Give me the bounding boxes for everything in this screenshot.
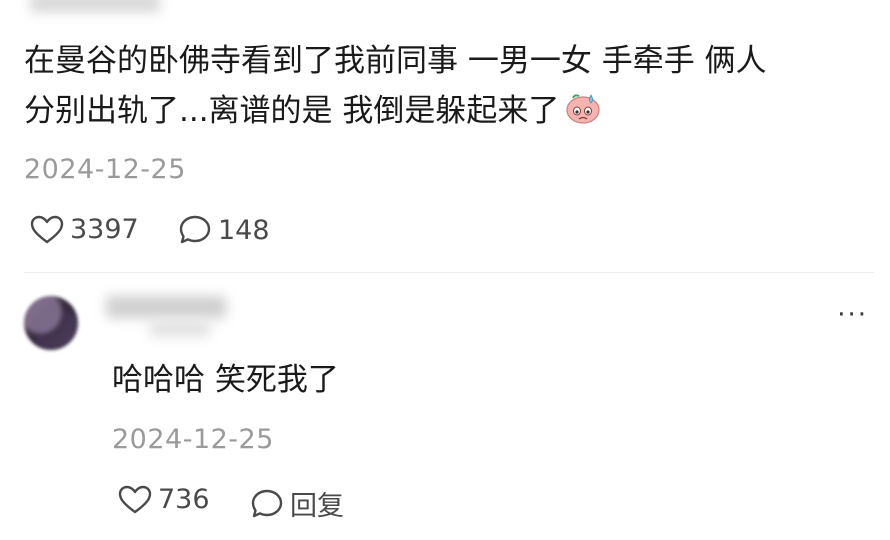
- reply-text: 哈哈哈 笑死我了: [112, 362, 339, 398]
- more-dots-icon: ···: [837, 300, 868, 330]
- blurred-username-top: [30, 0, 160, 12]
- reply-button[interactable]: 回复: [250, 484, 344, 523]
- divider: [24, 272, 874, 273]
- blurred-reply-subtitle: [150, 322, 210, 336]
- comment-thread: ··· 在曼谷的卧佛寺看到了我前同事 一男一女 手牵手 俩人 分别出轨了...离…: [0, 0, 890, 540]
- reply-button-label: 回复: [290, 491, 344, 522]
- reply-like-button[interactable]: 736: [118, 484, 210, 515]
- sweating-face-emoji-icon: [566, 94, 601, 124]
- post-comment-button[interactable]: 148: [178, 214, 270, 246]
- blurred-reply-username: [106, 296, 226, 318]
- post-text-line-1: 在曼谷的卧佛寺看到了我前同事 一男一女 手牵手 俩人: [24, 43, 767, 79]
- reply-date: 2024-12-25: [112, 424, 274, 455]
- reply-avatar[interactable]: [24, 296, 78, 350]
- post-date: 2024-12-25: [24, 154, 186, 185]
- heart-icon: [30, 215, 64, 243]
- heart-icon: [118, 485, 152, 513]
- reply-like-count: 736: [158, 484, 210, 515]
- post-text: 在曼谷的卧佛寺看到了我前同事 一男一女 手牵手 俩人 分别出轨了...离谱的是 …: [24, 36, 864, 136]
- reply-more-button[interactable]: ···: [837, 302, 868, 328]
- post-text-line-2-content: 分别出轨了...离谱的是 我倒是躲起来了: [24, 93, 560, 129]
- comment-bubble-icon: [251, 489, 283, 517]
- post-comment-count: 148: [218, 214, 270, 246]
- more-dots-icon: ···: [837, 0, 868, 14]
- comment-bubble-icon: [179, 215, 211, 244]
- post-like-count: 3397: [70, 214, 139, 245]
- post-text-line-2: 分别出轨了...离谱的是 我倒是躲起来了: [24, 86, 864, 136]
- avatar-blur: [24, 296, 78, 350]
- post-like-button[interactable]: 3397: [30, 214, 139, 245]
- post-more-button[interactable]: ···: [837, 0, 868, 12]
